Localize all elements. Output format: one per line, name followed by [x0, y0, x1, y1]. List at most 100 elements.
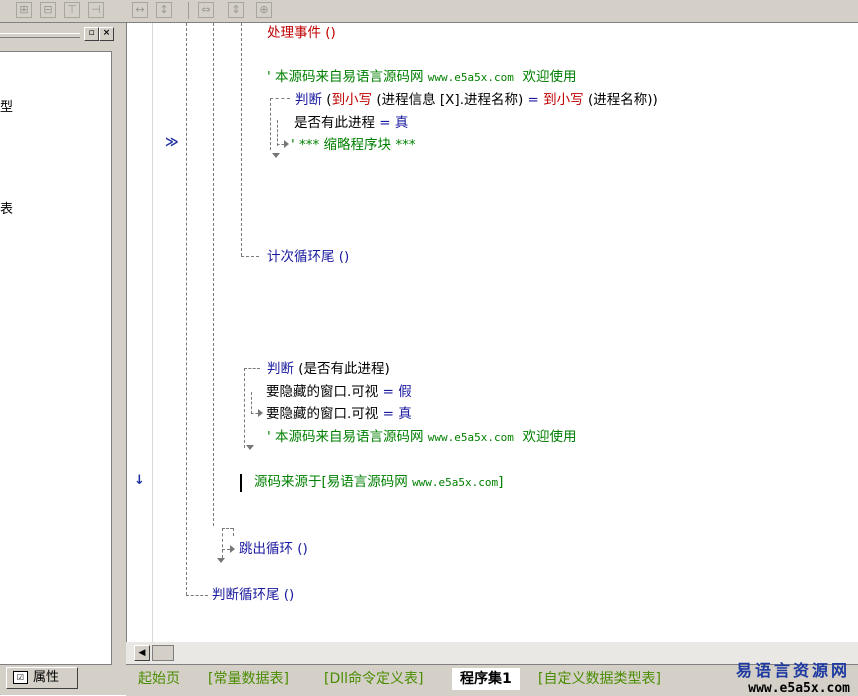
comment-url: www.e5a5x.com	[427, 71, 514, 84]
branch-arrow-icon	[230, 545, 235, 553]
gutter	[127, 23, 153, 642]
same-size-icon[interactable]: ⊕	[256, 2, 272, 18]
space-horizontal-icon[interactable]: ↔	[132, 2, 148, 18]
list-item-fragment[interactable]: 型	[0, 96, 13, 115]
function-name: 到小写	[331, 92, 373, 108]
branch-end-arrow-icon	[272, 153, 280, 158]
code-line-collapsed[interactable]: ' *** 缩略程序块 ***	[291, 136, 416, 154]
align-left-icon[interactable]: ⊞	[16, 2, 32, 18]
panel-titlebar: ▫ ×	[0, 25, 118, 41]
guide-line	[277, 144, 284, 145]
close-icon[interactable]: ×	[99, 27, 114, 41]
variable: 要隐藏的窗口.可视	[266, 384, 379, 400]
comment-text: ' 本源码来自易语言源码网	[267, 429, 428, 445]
code-text: 源码来源于[易语言源码网	[254, 474, 413, 490]
space-vertical-icon[interactable]: ↕	[156, 2, 172, 18]
branch-end-arrow-icon	[217, 558, 225, 563]
constant: 真	[398, 406, 412, 422]
guide-line	[186, 23, 187, 595]
guide-line	[241, 23, 242, 256]
branch-arrow-icon	[284, 140, 289, 148]
same-height-icon[interactable]: ⇕	[228, 2, 244, 18]
comment-text: 欢迎使用	[513, 429, 577, 445]
watermark-url: www.e5a5x.com	[748, 681, 850, 696]
guide-line	[270, 98, 290, 99]
guide-line	[222, 528, 233, 529]
tab-label: [常量数据表]	[208, 671, 289, 687]
toolbar-separator	[188, 2, 189, 19]
panel-grip[interactable]	[0, 33, 80, 38]
guide-line	[270, 98, 271, 150]
tab-program-set[interactable]: 程序集1	[452, 668, 520, 690]
tab-dll-commands[interactable]: [Dll命令定义表]	[316, 668, 431, 690]
code-line-current[interactable]: 源码来源于[易语言源码网 www.e5a5x.com]	[254, 473, 503, 492]
left-panel: ▫ × 型 表 ☑ 属性	[0, 23, 126, 695]
keyword: 判断	[267, 361, 294, 377]
code-url: www.e5a5x.com	[412, 476, 499, 489]
variable: 是否有此进程	[294, 115, 375, 131]
align-middle-icon[interactable]: ⊣	[88, 2, 104, 18]
jump-marker-icon: ≫	[165, 135, 179, 150]
panel-list[interactable]: 型 表	[0, 51, 112, 665]
tab-label: [Dll命令定义表]	[324, 671, 424, 687]
comment-url: www.e5a5x.com	[427, 431, 514, 444]
scroll-left-icon[interactable]: ◀	[134, 645, 150, 661]
code-line-comment[interactable]: ' 本源码来自易语言源码网 www.e5a5x.com 欢迎使用	[267, 428, 576, 447]
watermark-title: 易语言资源网	[735, 661, 850, 680]
tab-label: 起始页	[138, 671, 180, 687]
watermark: 易语言资源网 www.e5a5x.com	[736, 657, 850, 696]
guide-line	[222, 549, 230, 550]
code-line[interactable]: 是否有此进程 = 真	[294, 114, 408, 132]
code-line[interactable]: 计次循环尾 ()	[267, 248, 349, 266]
guide-line	[244, 368, 245, 448]
properties-icon: ☑	[13, 671, 28, 684]
variable: 要隐藏的窗口.可视	[266, 406, 379, 422]
code-text: (是否有此进程)	[294, 361, 390, 377]
code-text: (进程名称))	[583, 92, 658, 108]
comment-text: 欢迎使用	[513, 69, 577, 85]
same-width-icon[interactable]: ⇔	[198, 2, 214, 18]
guide-line	[186, 595, 208, 596]
tab-custom-types[interactable]: [自定义数据类型表]	[530, 668, 669, 690]
code-line[interactable]: 要隐藏的窗口.可视 = 假	[266, 383, 412, 401]
properties-tab-label: 属性	[33, 670, 60, 685]
guide-line	[233, 528, 234, 536]
code-line[interactable]: 判断 (到小写 (进程信息 [X].进程名称) = 到小写 (进程名称))	[295, 91, 658, 109]
scroll-thumb[interactable]	[152, 645, 174, 661]
code-line[interactable]: 要隐藏的窗口.可视 = 真	[266, 405, 412, 423]
code-text: ]	[498, 474, 504, 490]
tab-label: 程序集1	[460, 671, 512, 687]
code-text: (	[322, 92, 332, 108]
operator: =	[378, 406, 399, 422]
constant: 假	[398, 384, 412, 400]
code-line[interactable]: 判断 (是否有此进程)	[267, 360, 390, 378]
operator: =	[527, 92, 539, 108]
branch-end-arrow-icon	[246, 445, 254, 450]
code-editor[interactable]: ≫ ↓ 处理事件 () ' 本源码来自易语言源码网 www.e5a5x.com …	[126, 23, 858, 642]
tab-start-page[interactable]: 起始页	[130, 668, 188, 690]
toolbar: ⊞ ⊟ ⊤ ⊣ ↔ ↕ ⇔ ⇕ ⊕	[0, 0, 858, 23]
code-line-comment[interactable]: ' 本源码来自易语言源码网 www.e5a5x.com 欢迎使用	[267, 68, 576, 87]
align-top-icon[interactable]: ⊤	[64, 2, 80, 18]
tab-label: [自定义数据类型表]	[538, 671, 661, 687]
guide-line	[213, 23, 214, 526]
operator: =	[375, 115, 395, 131]
tab-constants[interactable]: [常量数据表]	[200, 668, 297, 690]
guide-line	[244, 368, 260, 369]
branch-arrow-icon	[258, 409, 263, 417]
code-line[interactable]: 跳出循环 ()	[239, 540, 308, 558]
list-item-fragment[interactable]: 表	[0, 198, 13, 217]
pin-icon[interactable]: ▫	[84, 27, 99, 41]
code-line[interactable]: 处理事件 ()	[267, 24, 336, 42]
function-name: 到小写	[543, 92, 584, 108]
guide-line	[251, 413, 258, 414]
keyword: 判断	[295, 92, 322, 108]
cursor-line-marker-icon: ↓	[134, 473, 145, 488]
code-text: (进程信息 [X].进程名称)	[372, 92, 528, 108]
align-center-icon[interactable]: ⊟	[40, 2, 56, 18]
text-cursor	[240, 474, 242, 492]
guide-line	[222, 528, 223, 558]
guide-line	[241, 256, 259, 257]
properties-tab[interactable]: ☑ 属性	[6, 667, 78, 689]
code-line[interactable]: 判断循环尾 ()	[212, 586, 294, 604]
